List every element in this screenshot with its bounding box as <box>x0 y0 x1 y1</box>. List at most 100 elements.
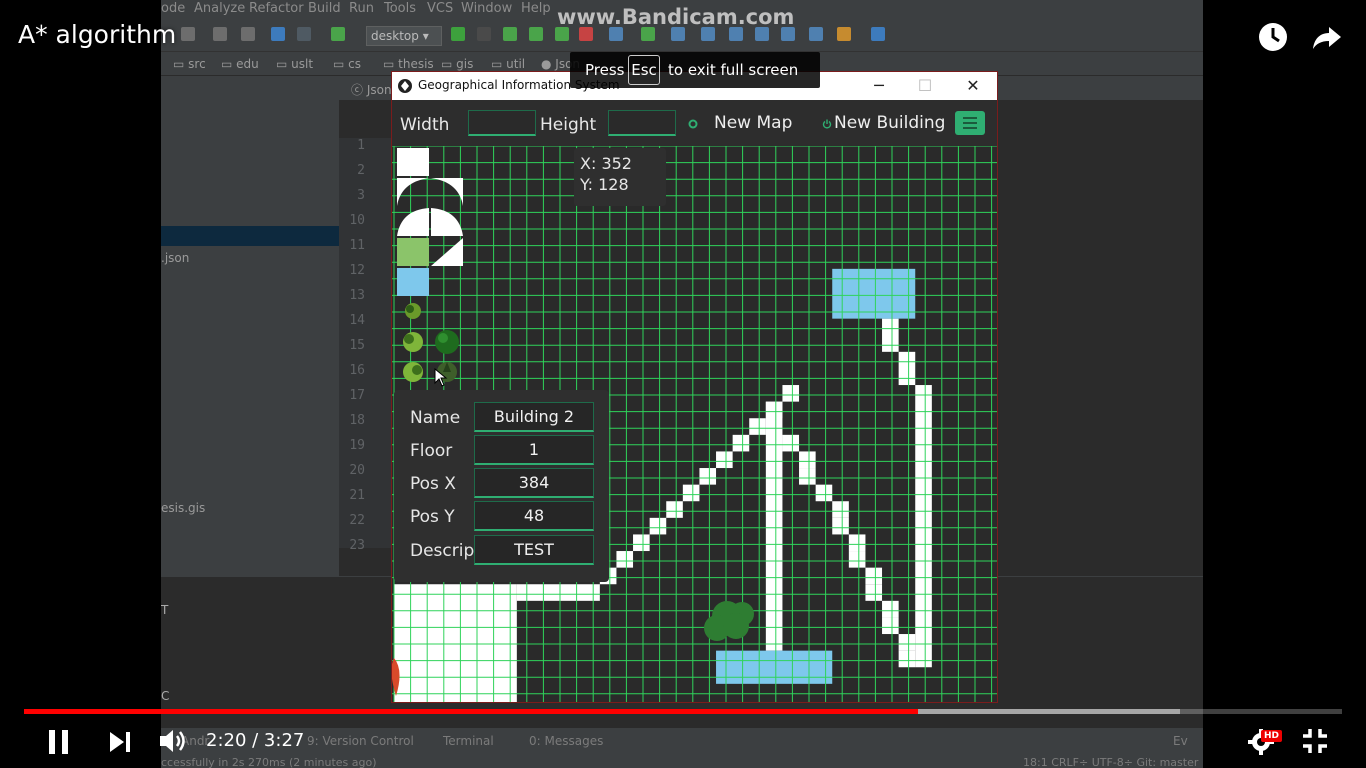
road-tile <box>882 617 899 635</box>
line-number: 23 <box>349 538 365 553</box>
road-tile <box>716 451 733 469</box>
new-building-button[interactable]: New Building <box>834 113 945 133</box>
pos-y-field[interactable]: 48 <box>474 501 594 531</box>
road-tile <box>682 484 700 502</box>
back-icon <box>271 27 285 41</box>
replace-icon <box>241 27 255 41</box>
breadcrumb-item: ▭ edu <box>221 57 259 71</box>
coverage-icon <box>555 27 569 41</box>
tree-small-icon[interactable] <box>397 298 429 326</box>
project-tree: .json esis.gis <box>161 76 339 576</box>
hammer-icon <box>331 27 345 41</box>
menu-item: Analyze <box>194 1 246 16</box>
description-field[interactable]: TEST <box>474 535 594 565</box>
minimize-button[interactable]: ─ <box>862 74 896 98</box>
undo-icon <box>781 27 795 41</box>
road-tile <box>782 385 800 402</box>
road-tile <box>848 534 866 552</box>
menu-item: Build <box>308 1 341 16</box>
pause-icon[interactable] <box>47 729 71 755</box>
gis-toolbar: Width Height New Map New Building <box>392 100 997 146</box>
mouse-cursor-icon <box>434 368 448 387</box>
breadcrumb-item: ▭ util <box>491 57 526 71</box>
menu-item: Tools <box>384 1 417 16</box>
sdk-icon <box>671 27 685 41</box>
watch-later-icon[interactable] <box>1257 21 1289 53</box>
volume-icon[interactable] <box>158 726 188 756</box>
grass-tile-icon[interactable] <box>397 238 429 266</box>
line-number: 22 <box>349 513 365 528</box>
bottom-fragment: T <box>161 603 169 617</box>
road-dome-left-icon[interactable] <box>397 208 429 236</box>
breadcrumb-item: ▭ uslt <box>276 57 314 71</box>
time-display: 2:20 / 3:27 <box>206 730 305 751</box>
help-icon <box>871 27 885 41</box>
breadcrumb-item: ▭ cs <box>333 57 362 71</box>
device-icon <box>701 27 715 41</box>
close-button[interactable]: ✕ <box>956 74 990 98</box>
maximize-button[interactable]: ☐ <box>908 74 942 98</box>
form-label-posx: Pos X <box>410 474 456 494</box>
hamburger-menu-button[interactable] <box>955 111 985 135</box>
building-name-field[interactable]: Building 2 <box>474 402 594 432</box>
road-tile <box>898 650 916 668</box>
road-tile <box>799 451 816 469</box>
form-label-floor: Floor <box>410 441 453 461</box>
line-number: 13 <box>349 288 365 303</box>
road-curve-right-icon[interactable] <box>431 178 463 206</box>
road-tile <box>882 318 899 352</box>
progress-bar[interactable] <box>24 709 1342 714</box>
road-dome-right-icon[interactable] <box>431 208 463 236</box>
coordinate-readout: X: 352 Y: 128 <box>574 148 666 206</box>
road-tile <box>898 634 916 651</box>
map-canvas[interactable]: X: 352 Y: 128 Name Building 2 Floor 1 Po… <box>392 146 997 702</box>
road-tile <box>832 517 849 535</box>
stop-icon <box>579 27 593 41</box>
forward-icon <box>297 27 311 41</box>
coord-x: X: 352 <box>580 154 632 173</box>
tree-icon <box>723 613 749 639</box>
road-tile <box>765 401 783 651</box>
road-diagonal-icon[interactable] <box>431 238 463 266</box>
floor-field[interactable]: 1 <box>474 435 594 465</box>
played-bar <box>24 709 918 714</box>
monitor-icon <box>809 27 823 41</box>
road-full-icon[interactable] <box>397 148 429 176</box>
video-player[interactable]: ode Analyze Refactor Build Run Tools VCS… <box>0 0 1366 768</box>
coord-y: Y: 128 <box>580 175 629 194</box>
run-config-select: desktop ▾ <box>366 26 442 46</box>
fullscreen-hint-text: to exit full screen <box>668 61 799 79</box>
line-number: 15 <box>349 338 365 353</box>
menu-icon <box>963 117 977 119</box>
fullscreen-hint-text: Press <box>585 61 625 79</box>
breadcrumb-item: ▭ gis <box>441 57 474 71</box>
tile-palette <box>392 146 466 387</box>
share-icon[interactable] <box>1311 21 1343 53</box>
tree-large-icon[interactable] <box>431 328 463 356</box>
water-body <box>832 268 916 319</box>
width-input[interactable] <box>468 110 536 136</box>
line-number: 18 <box>349 413 365 428</box>
road-tile <box>815 484 833 502</box>
water-tile-icon[interactable] <box>397 268 429 296</box>
pos-x-field[interactable]: 384 <box>474 468 594 498</box>
line-number: 12 <box>349 263 365 278</box>
player-controls: 2:20 / 3:27 HD <box>0 718 1366 768</box>
menu-item: VCS <box>427 1 454 16</box>
tree-item: esis.gis <box>161 501 206 515</box>
road-tile <box>882 600 899 618</box>
new-map-button[interactable]: New Map <box>714 113 792 133</box>
road-tile <box>898 351 916 386</box>
line-number: 21 <box>349 488 365 503</box>
height-input[interactable] <box>608 110 676 136</box>
sync-icon <box>609 27 623 41</box>
tree-bush-icon[interactable] <box>397 328 429 356</box>
road-curve-left-icon[interactable] <box>397 178 429 206</box>
tree-bush-icon[interactable] <box>397 358 429 386</box>
video-title[interactable]: A* algorithm <box>18 20 176 49</box>
road-tile <box>865 567 883 585</box>
next-icon[interactable] <box>108 731 132 753</box>
exit-fullscreen-icon[interactable] <box>1302 728 1328 754</box>
gis-window: Geographical Information System ─ ☐ ✕ Wi… <box>391 71 998 703</box>
gear-icon <box>688 119 698 129</box>
